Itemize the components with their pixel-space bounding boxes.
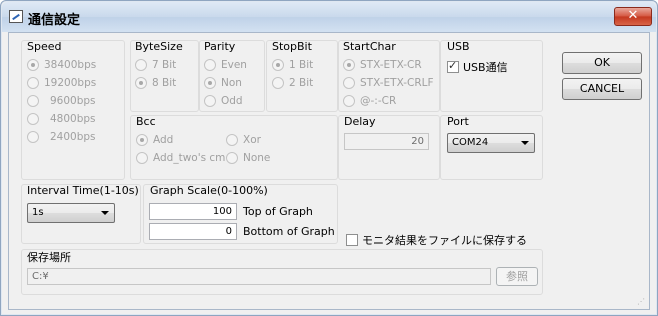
usb-label: USB bbox=[447, 40, 470, 53]
bcc-option-label: Add_two's cm bbox=[153, 152, 226, 164]
speed-option-label: 9600bps bbox=[50, 95, 96, 107]
startchar-label: StartChar bbox=[343, 40, 396, 53]
radio-icon bbox=[343, 59, 355, 71]
dialog-client: Speed 38400bps 19200bps 9600bps 4800bps … bbox=[8, 32, 650, 310]
speed-option-label: 19200bps bbox=[44, 77, 97, 89]
browse-button[interactable]: 参照 bbox=[496, 267, 538, 286]
startchar-option-label: STX-ETX-CR bbox=[360, 59, 422, 71]
save-to-file-label: モニタ結果をファイルに保存する bbox=[362, 234, 527, 247]
speed-option-19200[interactable]: 19200bps bbox=[27, 77, 96, 89]
radio-icon bbox=[27, 131, 39, 143]
startchar-option-label: STX-ETX-CRLF bbox=[360, 77, 434, 89]
usb-checkbox[interactable]: USB通信 bbox=[447, 59, 508, 75]
startchar-option-stx-etx-cr[interactable]: STX-ETX-CR bbox=[343, 59, 422, 71]
startchar-option-label: @-:-CR bbox=[360, 95, 397, 107]
interval-label: Interval Time(1-10s) bbox=[27, 184, 139, 197]
parity-option-label: Even bbox=[221, 59, 247, 71]
dialog-window: 通信設定 ✕ Speed 38400bps 19200bps 9600bps 4… bbox=[0, 0, 658, 316]
stopbit-option-1[interactable]: 1 Bit bbox=[272, 59, 313, 71]
delay-input[interactable]: 20 bbox=[344, 133, 429, 150]
bytesize-label: ByteSize bbox=[135, 40, 183, 53]
stopbit-option-2[interactable]: 2 Bit bbox=[272, 77, 313, 89]
bytesize-option-label: 8 Bit bbox=[152, 77, 177, 89]
resize-grip-icon[interactable]: ⋰ bbox=[637, 297, 647, 307]
usb-checkbox-label: USB通信 bbox=[463, 61, 508, 74]
parity-option-odd[interactable]: Odd bbox=[204, 95, 243, 107]
bcc-group bbox=[130, 115, 338, 180]
speed-option-2400[interactable]: 2400bps bbox=[27, 131, 96, 143]
chevron-down-icon bbox=[521, 141, 529, 145]
bcc-label: Bcc bbox=[136, 115, 156, 128]
speed-option-label: 4800bps bbox=[50, 113, 96, 125]
bcc-option-label: None bbox=[243, 152, 271, 164]
radio-icon bbox=[27, 113, 39, 125]
radio-icon bbox=[272, 77, 284, 89]
radio-icon bbox=[343, 77, 355, 89]
startchar-option-at-cr[interactable]: @-:-CR bbox=[343, 95, 396, 107]
bytesize-option-7[interactable]: 7 Bit bbox=[135, 59, 176, 71]
radio-icon bbox=[135, 59, 147, 71]
speed-option-38400[interactable]: 38400bps bbox=[27, 59, 96, 71]
stopbit-option-label: 1 Bit bbox=[289, 59, 314, 71]
port-select[interactable]: COM24 bbox=[447, 133, 535, 153]
parity-option-non[interactable]: Non bbox=[204, 77, 242, 89]
save-to-file-checkbox[interactable]: モニタ結果をファイルに保存する bbox=[346, 232, 527, 248]
cancel-button[interactable]: CANCEL bbox=[562, 78, 642, 100]
graph-scale-label: Graph Scale(0-100%) bbox=[150, 184, 268, 197]
graph-bottom-label: Bottom of Graph bbox=[243, 225, 335, 238]
speed-label: Speed bbox=[27, 40, 62, 53]
speed-option-label: 38400bps bbox=[44, 59, 97, 71]
graph-top-input[interactable]: 100 bbox=[149, 203, 237, 220]
port-label: Port bbox=[447, 115, 469, 128]
stopbit-label: StopBit bbox=[272, 40, 312, 53]
speed-option-4800[interactable]: 4800bps bbox=[27, 113, 96, 125]
save-path-input[interactable]: C:¥ bbox=[27, 268, 491, 285]
parity-option-even[interactable]: Even bbox=[204, 59, 247, 71]
check-icon bbox=[447, 59, 459, 73]
speed-option-label: 2400bps bbox=[50, 131, 96, 143]
radio-icon bbox=[136, 134, 148, 146]
chevron-down-icon bbox=[101, 211, 109, 215]
parity-option-label: Non bbox=[221, 77, 242, 89]
title-bar: 通信設定 ✕ bbox=[2, 2, 656, 32]
save-location-label: 保存場所 bbox=[27, 251, 71, 264]
parity-option-label: Odd bbox=[221, 95, 243, 107]
close-button[interactable]: ✕ bbox=[614, 7, 652, 26]
radio-icon bbox=[226, 152, 238, 164]
bcc-option-xor[interactable]: Xor bbox=[226, 134, 261, 146]
bcc-option-label: Add bbox=[153, 134, 174, 146]
radio-icon bbox=[343, 95, 355, 107]
radio-icon bbox=[204, 77, 216, 89]
bytesize-option-8[interactable]: 8 Bit bbox=[135, 77, 176, 89]
check-icon bbox=[346, 234, 358, 246]
bcc-option-add-twos[interactable]: Add_two's cm bbox=[136, 152, 225, 164]
ok-button[interactable]: OK bbox=[562, 52, 642, 74]
radio-icon bbox=[27, 59, 39, 71]
startchar-option-stx-etx-crlf[interactable]: STX-ETX-CRLF bbox=[343, 77, 434, 89]
radio-icon bbox=[27, 95, 39, 107]
window-title: 通信設定 bbox=[28, 13, 81, 28]
delay-label: Delay bbox=[344, 115, 376, 128]
interval-value: 1s bbox=[32, 207, 44, 218]
graph-bottom-input[interactable]: 0 bbox=[149, 223, 237, 240]
bcc-option-add[interactable]: Add bbox=[136, 134, 173, 146]
parity-label: Parity bbox=[204, 40, 236, 53]
radio-icon bbox=[204, 95, 216, 107]
graph-top-label: Top of Graph bbox=[243, 205, 313, 218]
radio-icon bbox=[204, 59, 216, 71]
app-icon bbox=[9, 10, 23, 23]
interval-select[interactable]: 1s bbox=[27, 203, 115, 223]
radio-icon bbox=[226, 134, 238, 146]
radio-icon bbox=[135, 77, 147, 89]
radio-icon bbox=[272, 59, 284, 71]
bcc-option-label: Xor bbox=[243, 134, 261, 146]
bytesize-option-label: 7 Bit bbox=[152, 59, 177, 71]
stopbit-option-label: 2 Bit bbox=[289, 77, 314, 89]
port-value: COM24 bbox=[452, 137, 489, 148]
speed-option-9600[interactable]: 9600bps bbox=[27, 95, 96, 107]
radio-icon bbox=[27, 77, 39, 89]
bcc-option-none[interactable]: None bbox=[226, 152, 270, 164]
radio-icon bbox=[136, 152, 148, 164]
